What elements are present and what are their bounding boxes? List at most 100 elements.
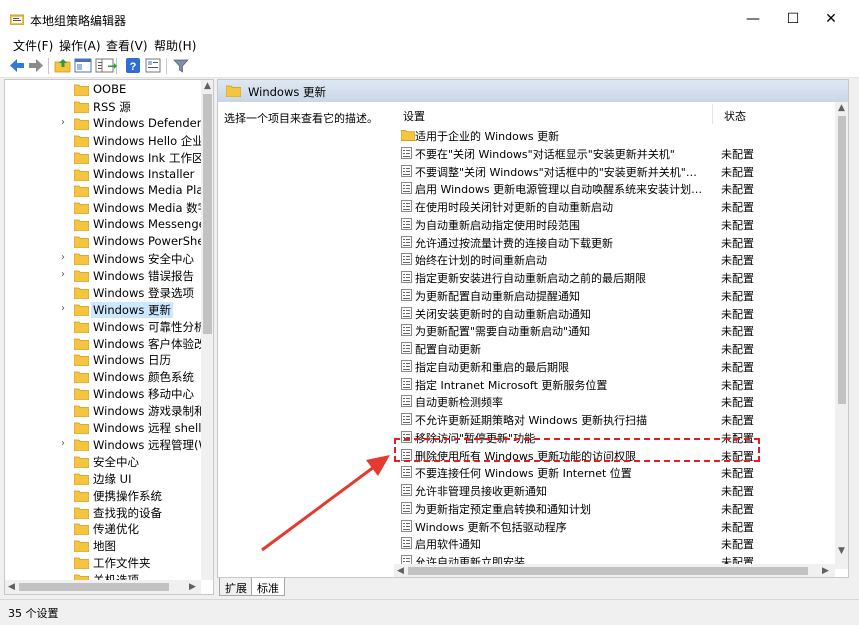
tree-item[interactable]: Windows Installer: [5, 166, 201, 183]
details-horizontal-scrollbar[interactable]: ◀ ▶: [394, 564, 835, 577]
table-row[interactable]: 指定 Intranet Microsoft 更新服务位置 未配置: [394, 375, 835, 393]
title-bar[interactable]: 本地组策略编辑器 — ☐ ✕: [0, 0, 859, 36]
table-row[interactable]: 指定自动更新和重启的最后期限 未配置: [394, 357, 835, 375]
tree-item[interactable]: 关机选项: [5, 571, 201, 580]
table-row[interactable]: 自动更新检测频率 未配置: [394, 392, 835, 410]
table-row[interactable]: 为更新指定预定重启转换和通知计划 未配置: [394, 499, 835, 517]
maximize-button[interactable]: ☐: [775, 6, 811, 32]
table-row[interactable]: 在使用时段关闭针对更新的自动重新启动 未配置: [394, 197, 835, 215]
scroll-left-icon[interactable]: ◀: [8, 582, 15, 592]
tree-scroll-thumb[interactable]: [203, 94, 212, 334]
tree-item[interactable]: 安全中心: [5, 453, 201, 470]
tree-item[interactable]: 地图: [5, 537, 201, 554]
tree-item[interactable]: Windows 客户体验改善: [5, 335, 201, 352]
tree-item-label: Windows Media Playe: [93, 183, 201, 198]
expand-chevron-icon[interactable]: ›: [61, 252, 65, 263]
tree-item[interactable]: RSS 源: [5, 98, 201, 115]
tree-horizontal-scrollbar[interactable]: ◀ ▶: [5, 580, 201, 594]
table-row[interactable]: 始终在计划的时间重新启动 未配置: [394, 250, 835, 268]
tree-item-label: Windows Hello 企业版: [93, 133, 201, 148]
tree-item[interactable]: › Windows Defender Sr: [5, 115, 201, 132]
table-row[interactable]: 指定更新安装进行自动重新启动之前的最后期限 未配置: [394, 268, 835, 286]
setting-state: 未配置: [721, 414, 754, 427]
tree-item[interactable]: Windows Media Playe: [5, 182, 201, 199]
tree-item[interactable]: Windows 日历: [5, 351, 201, 368]
tree-pane[interactable]: OOBE RSS 源 › Windows Defender Sr Windows Hel…: [4, 79, 214, 595]
table-row[interactable]: 启用软件通知 未配置: [394, 534, 835, 552]
tree-item[interactable]: Windows Ink 工作区: [5, 149, 201, 166]
minimize-button[interactable]: —: [735, 6, 771, 32]
tree-item[interactable]: Windows 游戏录制和广: [5, 402, 201, 419]
table-row[interactable]: 关闭安装更新时的自动重新启动通知 未配置: [394, 304, 835, 322]
tree-item[interactable]: › Windows 更新: [5, 301, 201, 318]
tree-item[interactable]: 传递优化: [5, 520, 201, 537]
export-icon[interactable]: [100, 57, 118, 74]
column-state-header[interactable]: 状态: [724, 108, 746, 124]
expand-chevron-icon[interactable]: ›: [61, 303, 65, 314]
back-icon[interactable]: [8, 57, 26, 74]
table-row[interactable]: 为更新配置自动重新启动提醒通知 未配置: [394, 286, 835, 304]
scroll-right-icon[interactable]: ▶: [189, 582, 196, 592]
tree-item[interactable]: Windows 移动中心: [5, 385, 201, 402]
show-hide-tree-icon[interactable]: [74, 57, 92, 74]
table-row[interactable]: 允许非管理员接收更新通知 未配置: [394, 481, 835, 499]
column-divider[interactable]: [712, 104, 713, 124]
table-row[interactable]: 不允许更新延期策略对 Windows 更新执行扫描 未配置: [394, 410, 835, 428]
scroll-right-icon[interactable]: ▶: [822, 566, 829, 576]
tree-item[interactable]: Windows Media 数字权: [5, 199, 201, 216]
expand-chevron-icon[interactable]: ›: [61, 117, 65, 128]
expand-chevron-icon[interactable]: ›: [61, 438, 65, 449]
tab-standard[interactable]: 标准: [251, 578, 285, 596]
menu-help[interactable]: 帮助(H): [154, 37, 196, 54]
tree-item[interactable]: › Windows 错误报告: [5, 267, 201, 284]
table-row[interactable]: 不要调整"关闭 Windows"对话框中的"安装更新并关机"的默... 未配置: [394, 162, 835, 180]
table-row[interactable]: 为自动重新启动指定使用时段范围 未配置: [394, 215, 835, 233]
tree-item[interactable]: Windows PowerShell: [5, 233, 201, 250]
tree-hscroll-thumb[interactable]: [19, 583, 169, 591]
table-row[interactable]: 不要连接任何 Windows 更新 Internet 位置 未配置: [394, 463, 835, 481]
table-row[interactable]: 允许通过按流量计费的连接自动下载更新 未配置: [394, 233, 835, 251]
table-row[interactable]: 启用 Windows 更新电源管理以自动唤醒系统来安装计划的... 未配置: [394, 179, 835, 197]
tree-item[interactable]: Windows 远程 shell: [5, 419, 201, 436]
help-icon[interactable]: ?: [124, 57, 142, 74]
tree-item[interactable]: 边缘 UI: [5, 470, 201, 487]
filter-icon[interactable]: [172, 57, 190, 74]
menu-file[interactable]: 文件(F): [13, 37, 53, 54]
tree-vertical-scrollbar[interactable]: ▲: [201, 80, 213, 580]
tab-extended[interactable]: 扩展: [219, 578, 253, 596]
table-row[interactable]: 不要在"关闭 Windows"对话框显示"安装更新并关机" 未配置: [394, 144, 835, 162]
table-row[interactable]: Windows 更新不包括驱动程序 未配置: [394, 517, 835, 535]
tree-item[interactable]: 查找我的设备: [5, 504, 201, 521]
tree-item[interactable]: 工作文件夹: [5, 554, 201, 571]
close-button[interactable]: ✕: [813, 6, 849, 32]
details-scroll-thumb[interactable]: [838, 116, 846, 404]
scroll-left-icon[interactable]: ◀: [397, 566, 404, 576]
tree-item-label: 便携操作系统: [93, 488, 162, 503]
tree-item[interactable]: Windows 登录选项: [5, 284, 201, 301]
scroll-up-icon[interactable]: ▲: [838, 103, 845, 113]
menu-view[interactable]: 查看(V): [106, 37, 148, 54]
forward-icon[interactable]: [27, 57, 45, 74]
column-setting-header[interactable]: 设置: [403, 108, 425, 124]
tree-item[interactable]: Windows 可靠性分析: [5, 318, 201, 335]
table-row[interactable]: 适用于企业的 Windows 更新: [394, 126, 835, 144]
menu-action[interactable]: 操作(A): [59, 37, 101, 54]
folder-icon: [74, 540, 89, 553]
tree-item[interactable]: 便携操作系统: [5, 487, 201, 504]
tree-item[interactable]: Windows 颜色系统: [5, 368, 201, 385]
tree-item[interactable]: › Windows 远程管理(Wi: [5, 436, 201, 453]
settings-list[interactable]: 设置 状态 适用于企业的 Windows 更新 不要在"关闭 Windows"对话…: [394, 102, 835, 569]
tree-item[interactable]: Windows Hello 企业版: [5, 132, 201, 149]
scroll-up-icon[interactable]: ▲: [204, 81, 211, 91]
expand-chevron-icon[interactable]: ›: [61, 269, 65, 280]
up-folder-icon[interactable]: [54, 57, 72, 74]
details-hscroll-thumb[interactable]: [408, 567, 808, 575]
details-vertical-scrollbar[interactable]: ▲ ▼: [835, 102, 848, 569]
table-row[interactable]: 配置自动更新 未配置: [394, 339, 835, 357]
properties-icon[interactable]: [144, 57, 162, 74]
tree-item[interactable]: Windows Messenger: [5, 216, 201, 233]
tree-item[interactable]: › Windows 安全中心: [5, 250, 201, 267]
table-row[interactable]: 为更新配置"需要自动重新启动"通知 未配置: [394, 321, 835, 339]
tree-item[interactable]: OOBE: [5, 81, 201, 98]
scroll-down-icon[interactable]: ▼: [838, 546, 845, 556]
